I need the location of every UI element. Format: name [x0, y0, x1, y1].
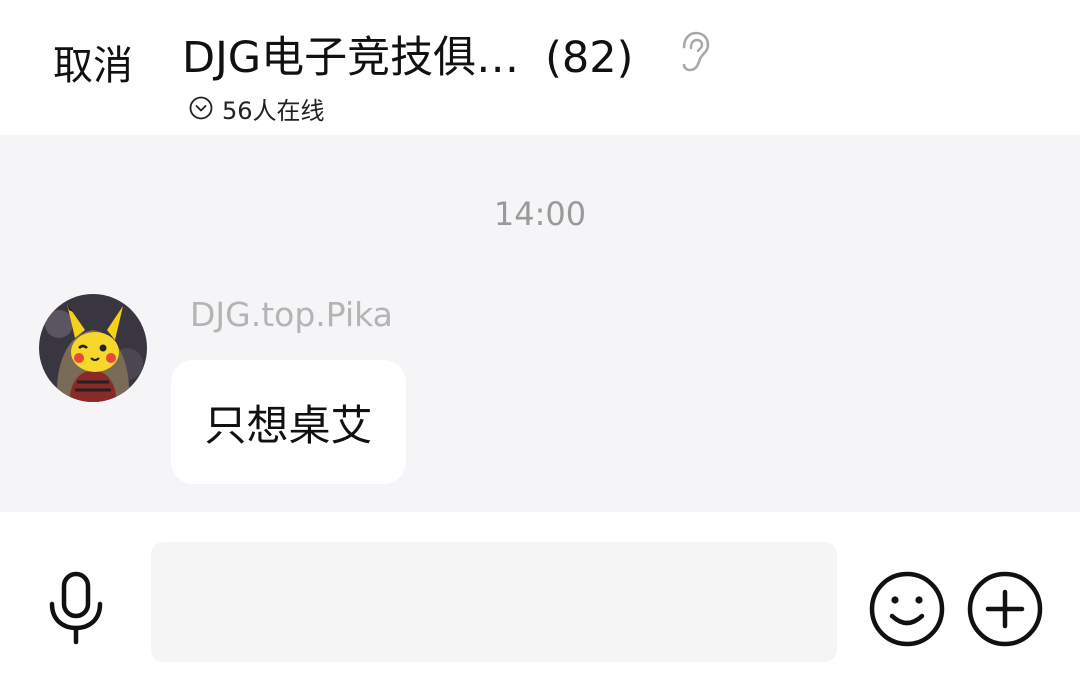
chat-header: 取消 DJG电子竞技俱… (82) 56人在线	[0, 0, 1080, 135]
sender-name: DJG.top.Pika	[190, 295, 393, 334]
avatar[interactable]	[39, 294, 147, 402]
chevron-down-circle-icon	[189, 96, 213, 120]
input-bar	[0, 512, 1080, 692]
message-text: 只想桌艾	[204, 400, 373, 450]
online-count: 56人在线	[222, 96, 325, 125]
message-timestamp: 14:00	[493, 195, 587, 233]
message-bubble[interactable]: 只想桌艾	[171, 360, 406, 484]
microphone-icon[interactable]	[44, 570, 108, 646]
chat-screen: 取消 DJG电子竞技俱… (82) 56人在线 14:00 DJG.top.Pi…	[0, 0, 1080, 692]
pikachu-avatar-icon	[39, 294, 147, 402]
online-status[interactable]: 56人在线	[189, 92, 325, 125]
group-name: DJG电子竞技俱…	[182, 33, 520, 83]
plus-circle-icon[interactable]	[966, 570, 1044, 648]
ear-icon[interactable]	[676, 30, 712, 74]
message-input[interactable]	[151, 542, 837, 662]
smiley-icon[interactable]	[868, 570, 946, 648]
member-count: (82)	[545, 33, 634, 83]
cancel-button[interactable]: 取消	[53, 40, 133, 92]
group-title[interactable]: DJG电子竞技俱… (82)	[182, 30, 633, 86]
message-list[interactable]: 14:00 DJG.top.Pika 只想桌艾	[0, 135, 1080, 512]
